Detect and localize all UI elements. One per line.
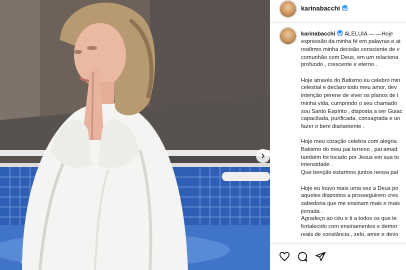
chevron-right-icon [261, 153, 265, 159]
baptism-photo-illustration [0, 0, 270, 270]
username-text[interactable]: karinabacchi [301, 6, 340, 13]
caption-avatar[interactable] [280, 28, 296, 44]
caption-line: Agradeço ao céu e ti a todos os que te [301, 216, 397, 223]
caption-line: jornada . [301, 208, 323, 215]
post-sidebar: karinabacchi karinabacchi ALELUIA — —Hoj… [270, 0, 406, 270]
caption-line: comunhão com Deus, em um relaciona [301, 54, 399, 61]
caption-username[interactable]: karinabacchi [301, 32, 335, 38]
comment-button[interactable] [297, 251, 308, 262]
caption-line: profundo , crescente e eterno . [301, 62, 378, 69]
caption-line: reais de constância , zelo, amor e devo [301, 231, 399, 238]
like-button[interactable] [279, 251, 290, 262]
caption-line: sabedoria que me ensinam mais e mais [301, 200, 400, 207]
caption-intro: ALELUIA — —Hoje [344, 31, 393, 38]
caption-line: Que benção estarmos juntos nessa pal [301, 170, 399, 177]
caption-line: intenção perene de viver os planos de l [301, 93, 399, 100]
caption-line: reafirmo minha decisão consciente de v [301, 46, 400, 53]
caption-line: fazer o bem diariamente . [301, 123, 365, 130]
next-photo-button[interactable] [256, 149, 270, 163]
post-header: karinabacchi [270, 0, 406, 23]
caption-line: intensidade . [301, 162, 333, 169]
caption-line: Hoje através do Batismo eu celebro min [301, 77, 401, 84]
caption-line: também foi tocado por Jesus em sua to [301, 154, 399, 161]
send-icon [315, 251, 326, 262]
caption-line: capacitada, purificada, consagrada e un [301, 116, 401, 123]
verified-badge-icon [342, 5, 349, 11]
verified-badge-icon [337, 30, 344, 36]
caption-line: celestial e declaro todo meu amor, dev [301, 85, 397, 92]
caption-line: expressão da minha fé em palavras e at [301, 39, 401, 46]
avatar[interactable] [280, 1, 296, 17]
caption-line: Batismo do meu pai terreno , pai amad [301, 147, 398, 154]
share-button[interactable] [315, 251, 326, 262]
caption-line: Hoje meu coração celebra com alegria [301, 139, 397, 146]
caption-line: Hoje eu louvo mais uma vez a Deus po [301, 185, 399, 192]
caption-line: aqueles dispostos a prosseguirem cres [301, 193, 399, 200]
caption-line: minha vida, cumprindo o seu chamado [301, 100, 398, 107]
caption-line: fortalecido com ensinamentos e demor [301, 224, 398, 231]
comment-icon [297, 251, 308, 262]
post-photo [0, 0, 270, 270]
post-actions-bar [270, 243, 406, 270]
header-username[interactable]: karinabacchi [301, 5, 349, 13]
caption-line: sou Santo Espírito , disposta a ser Guia… [301, 108, 403, 115]
divider [270, 243, 406, 244]
post-caption: karinabacchi ALELUIA — —Hoje expressão d… [301, 30, 406, 247]
heart-icon [279, 251, 290, 262]
